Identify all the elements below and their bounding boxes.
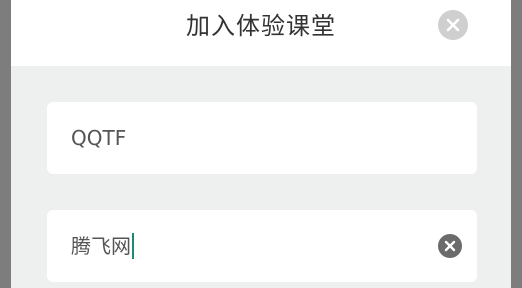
- close-button[interactable]: [438, 10, 468, 40]
- class-code-value: QQTF: [71, 126, 127, 150]
- name-field[interactable]: 腾飞网: [47, 210, 477, 282]
- backdrop-right-edge: [511, 0, 522, 288]
- clear-input-button[interactable]: [438, 234, 462, 258]
- clear-icon: [444, 240, 456, 252]
- name-input[interactable]: 腾飞网: [71, 210, 134, 282]
- close-icon: [446, 18, 460, 32]
- class-code-field[interactable]: QQTF: [47, 102, 477, 174]
- class-code-input[interactable]: QQTF: [71, 102, 126, 174]
- backdrop-left-edge: [0, 0, 11, 288]
- join-trial-class-dialog: 加入体验课堂 QQTF 腾飞网: [11, 0, 511, 288]
- dialog-title: 加入体验课堂: [186, 12, 336, 40]
- text-caret: [132, 233, 134, 259]
- name-value: 腾飞网: [71, 234, 131, 258]
- dialog-header: 加入体验课堂: [11, 0, 511, 66]
